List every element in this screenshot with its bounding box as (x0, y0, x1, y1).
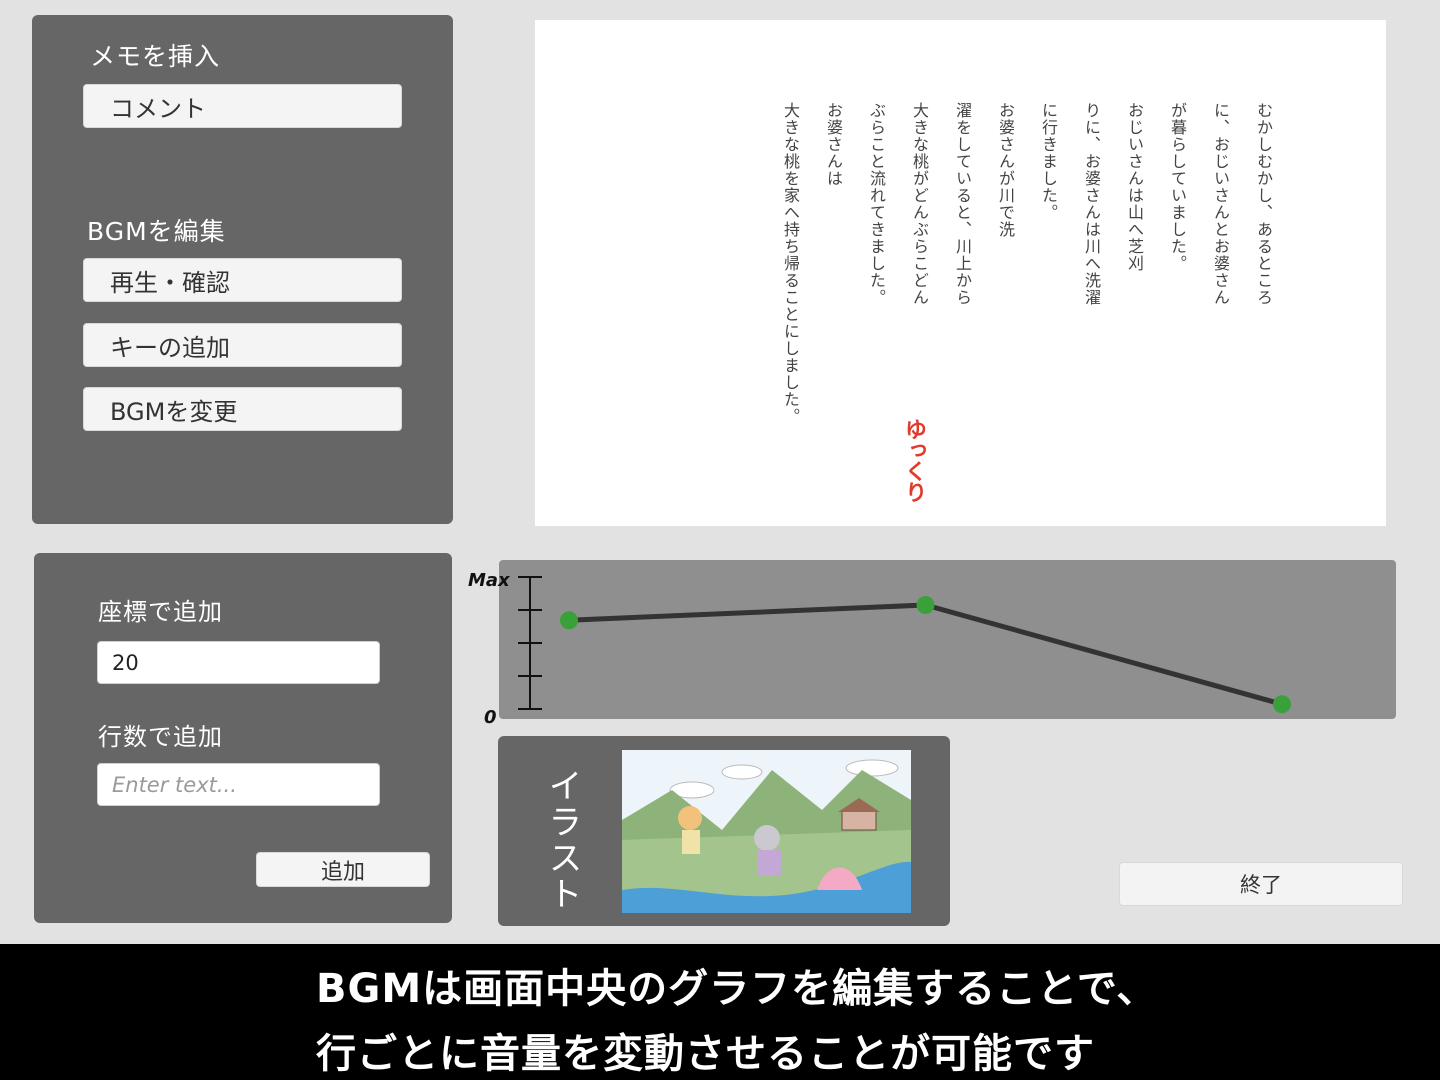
document-column: お婆さんは (824, 102, 843, 187)
volume-key-point[interactable] (560, 611, 578, 630)
add-button[interactable]: 追加 (256, 852, 430, 887)
document-column: おじいさんは山へ芝刈 (1125, 102, 1144, 272)
exit-button[interactable]: 終了 (1119, 862, 1403, 906)
document-column: お婆さんが川で洗 (996, 102, 1015, 238)
y-max-label: Max (468, 570, 511, 591)
add-key-button[interactable]: キーの追加 (83, 323, 402, 367)
illustration-image[interactable] (622, 750, 911, 913)
coordinate-input[interactable] (97, 641, 380, 684)
line-number-input[interactable] (97, 763, 380, 806)
document-column: むかしむかし、あるところ (1254, 102, 1273, 306)
illustration-label: イラスト (542, 768, 582, 912)
document-column: が暮らしていました。 (1168, 102, 1187, 272)
momotaro-illustration (622, 750, 911, 913)
bgm-volume-graph[interactable]: Max 0 (460, 560, 1400, 730)
volume-key-point[interactable] (1273, 695, 1291, 714)
script-document: むかしむかし、あるところ に、おじいさんとお婆さん が暮らしていました。 おじいさんは… (535, 20, 1386, 526)
document-column: りに、お婆さんは川へ洗濯 (1082, 102, 1101, 306)
subtitle-line-2: 行ごとに音量を変動させることが可能です (316, 1031, 1095, 1077)
volume-key-point[interactable] (916, 596, 935, 614)
document-column: に、おじいさんとお婆さん (1211, 102, 1230, 306)
subtitle-line-1: BGMは画面中央のグラフを編集することで、 (316, 966, 1158, 1012)
document-column: に行きました。 (1039, 102, 1058, 221)
add-position-panel: 座標で追加 行数で追加 追加 (34, 553, 452, 923)
add-by-line-title: 行数で追加 (98, 723, 223, 751)
document-column: 大きな桃を家へ持ち帰ることにしました。 (781, 102, 800, 425)
y-axis (518, 576, 542, 710)
add-by-coordinate-title: 座標で追加 (98, 598, 223, 626)
insert-memo-title: メモを挿入 (90, 42, 221, 71)
speaker-label: ゆっくり (901, 418, 926, 502)
edit-bgm-title: BGMを編集 (87, 217, 226, 246)
volume-line (568, 602, 1283, 707)
document-column: 大きな桃がどんぶらこどん (910, 102, 929, 306)
y-zero-label: 0 (484, 707, 497, 728)
change-bgm-button[interactable]: BGMを変更 (83, 387, 402, 431)
comment-button[interactable]: コメント (83, 84, 402, 128)
play-check-button[interactable]: 再生・確認 (83, 258, 402, 302)
subtitle-bar: BGMは画面中央のグラフを編集することで、 行ごとに音量を変動させることが可能で… (0, 944, 1440, 1080)
volume-series (560, 596, 1291, 714)
memo-bgm-panel: メモを挿入 コメント BGMを編集 再生・確認 キーの追加 BGMを変更 (32, 15, 453, 524)
document-column: ぶらこと流れてきました。 (867, 102, 886, 306)
illustration-panel: イラスト (498, 736, 950, 926)
document-column: 濯をしていると、川上から (953, 102, 972, 306)
